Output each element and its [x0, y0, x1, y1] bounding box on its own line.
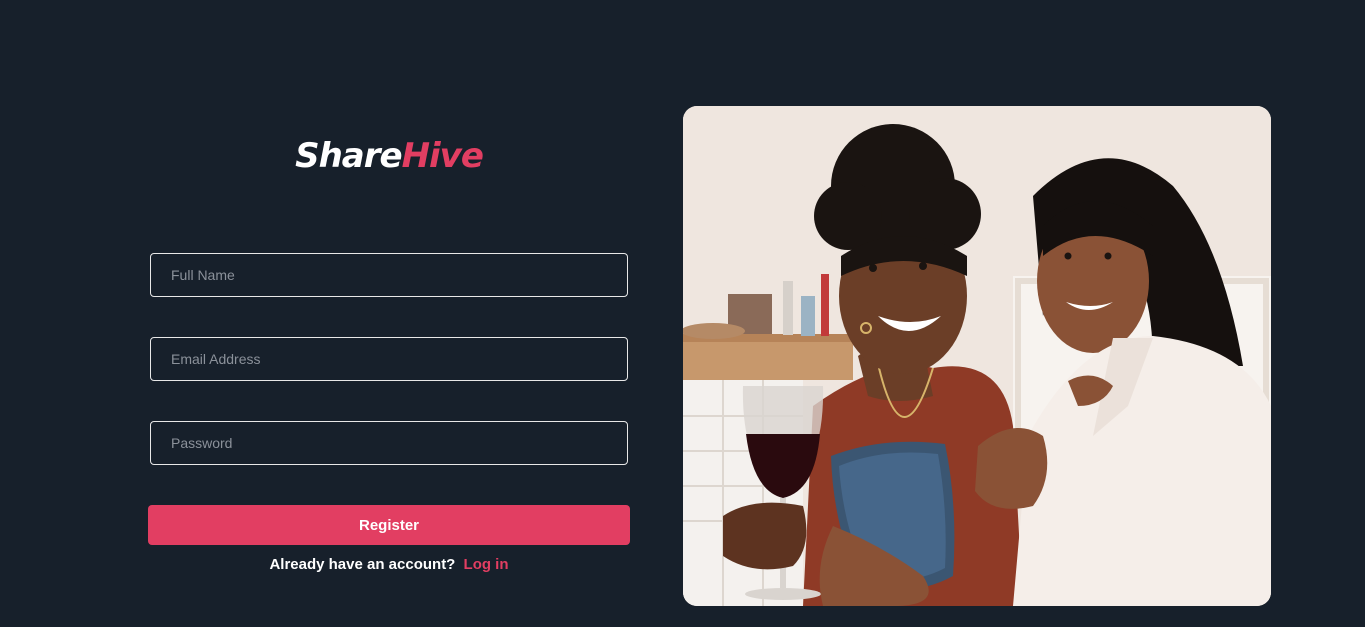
- login-prompt-text: Already have an account?: [269, 556, 456, 573]
- logo-hive-text: Hive: [401, 136, 484, 176]
- hero-photo-illustration: [683, 106, 1271, 606]
- sharehive-logo: ShareHive: [150, 136, 628, 176]
- email-address-input[interactable]: [150, 337, 628, 381]
- login-prompt: Already have an account? Log in: [148, 556, 630, 573]
- full-name-input[interactable]: [150, 253, 628, 297]
- password-input[interactable]: [150, 421, 628, 465]
- hero-photo: [683, 106, 1271, 606]
- register-button[interactable]: Register: [148, 505, 630, 545]
- register-page: ShareHive Register Already have an accou…: [0, 0, 1365, 627]
- logo-share-text: Share: [295, 136, 402, 176]
- login-link[interactable]: Log in: [464, 556, 509, 573]
